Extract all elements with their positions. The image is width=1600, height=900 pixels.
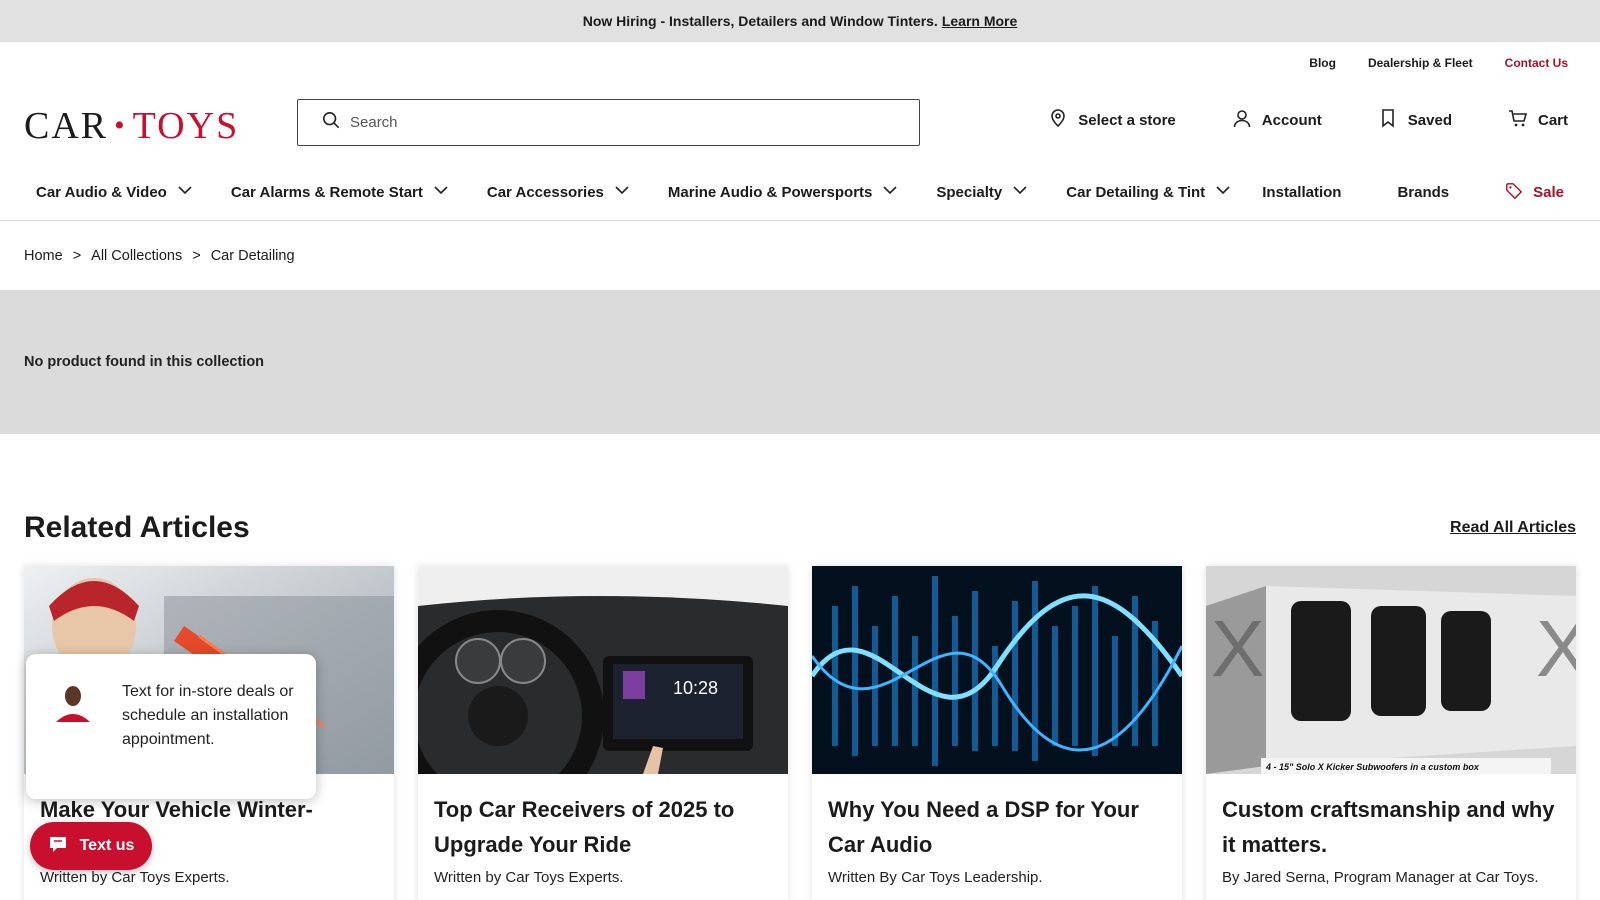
logo-car-text: CAR (24, 105, 109, 147)
text-us-popup[interactable]: Text for in-store deals or schedule an i… (26, 654, 316, 799)
related-articles-header: Related Articles Read All Articles (0, 434, 1600, 566)
header-actions: Select a store Account Saved Cart (992, 108, 1568, 132)
chevron-down-icon (1215, 182, 1231, 202)
nav-label: Car Accessories (486, 183, 604, 201)
article-byline: Written by Car Toys Experts. (40, 869, 230, 886)
nav-label: Specialty (936, 183, 1003, 201)
user-icon (1232, 108, 1252, 132)
text-us-message: Text for in-store deals or schedule an i… (122, 683, 294, 748)
nav-installation[interactable]: Installation (1262, 184, 1341, 201)
select-store-button[interactable]: Select a store (1048, 108, 1176, 132)
account-button[interactable]: Account (1232, 108, 1322, 132)
chat-bubble-icon (48, 834, 68, 859)
learn-more-link[interactable]: Learn More (942, 13, 1017, 29)
logo-dot: • (114, 109, 127, 142)
car-toys-logo[interactable]: CAR • TOYS (24, 104, 239, 148)
breadcrumb-all-collections[interactable]: All Collections (91, 248, 182, 264)
blog-link[interactable]: Blog (1309, 56, 1336, 70)
chevron-down-icon (433, 182, 449, 202)
chevron-down-icon (882, 182, 898, 202)
article-card[interactable]: X X 4 - 15" Solo X Kicker Subwoofers in … (1206, 566, 1576, 900)
article-title[interactable]: Custom craftsmanship and why it matters. (1222, 792, 1560, 862)
breadcrumb-current: Car Detailing (210, 247, 295, 264)
svg-text:X: X (1536, 604, 1576, 693)
related-articles-heading: Related Articles (24, 511, 250, 544)
dsp-waveform-image (812, 566, 1182, 774)
chevron-down-icon (614, 182, 630, 202)
saved-label: Saved (1407, 111, 1452, 129)
logo-toys-text: TOYS (132, 105, 240, 147)
search-input[interactable] (350, 114, 870, 131)
article-card[interactable]: 10:28 Top Car Receivers of 2025 to Upgra… (418, 566, 788, 900)
bookmark-icon (1378, 108, 1398, 132)
subwoofer-caption-text: 4 - 15" Solo X Kicker Subwoofers in a cu… (1265, 762, 1480, 772)
article-title[interactable]: Why You Need a DSP for Your Car Audio (828, 792, 1166, 862)
main-nav: Car Audio & Video Car Alarms & Remote St… (0, 164, 1600, 221)
svg-text:X: X (1211, 604, 1264, 693)
site-header: CAR • TOYS Select a store Account Saved (0, 84, 1600, 164)
article-byline: Written By Car Toys Leadership. (828, 869, 1043, 886)
announcement-bar: Now Hiring - Installers, Detailers and W… (0, 0, 1600, 42)
nav-right-links: Installation Brands Sale (1262, 164, 1564, 221)
account-label: Account (1261, 111, 1322, 129)
saved-button[interactable]: Saved (1378, 108, 1452, 132)
breadcrumb-home[interactable]: Home (24, 248, 63, 264)
nav-label: Car Detailing & Tint (1066, 183, 1206, 201)
cart-button[interactable]: Cart (1508, 108, 1568, 132)
sale-label: Sale (1533, 184, 1564, 201)
utility-nav: Blog Dealership & Fleet Contact Us (0, 42, 1600, 84)
receiver-clock-text: 10:28 (673, 678, 718, 698)
announcement-text: Now Hiring - Installers, Detailers and W… (582, 13, 938, 29)
nav-car-alarms-remote-start[interactable]: Car Alarms & Remote Start (231, 182, 449, 202)
cart-label: Cart (1537, 111, 1568, 129)
empty-collection-message: No product found in this collection (24, 354, 265, 370)
text-us-button[interactable]: Text us (30, 822, 152, 870)
car-receiver-image: 10:28 (418, 566, 788, 774)
text-us-label: Text us (79, 837, 135, 854)
select-store-label: Select a store (1078, 111, 1176, 129)
article-byline: By Jared Serna, Program Manager at Car T… (1222, 869, 1539, 886)
nav-label: Car Audio & Video (36, 183, 167, 201)
nav-car-audio-video[interactable]: Car Audio & Video (36, 182, 193, 202)
tag-icon (1505, 182, 1523, 204)
contact-us-link[interactable]: Contact Us (1505, 56, 1568, 70)
nav-label: Marine Audio & Powersports (667, 183, 873, 201)
article-card[interactable]: Why You Need a DSP for Your Car Audio Wr… (812, 566, 1182, 900)
breadcrumb: Home > All Collections > Car Detailing (0, 221, 1600, 290)
search-icon (322, 111, 340, 134)
breadcrumb-separator: > (72, 247, 82, 264)
search-box[interactable] (297, 99, 920, 146)
subwoofer-box-image: X X 4 - 15" Solo X Kicker Subwoofers in … (1206, 566, 1576, 774)
article-title[interactable]: Top Car Receivers of 2025 to Upgrade You… (434, 792, 772, 862)
dealership-fleet-link[interactable]: Dealership & Fleet (1368, 56, 1473, 70)
location-pin-icon (1048, 108, 1068, 132)
article-byline: Written by Car Toys Experts. (434, 869, 624, 886)
nav-car-accessories[interactable]: Car Accessories (487, 182, 630, 202)
nav-brands[interactable]: Brands (1397, 184, 1449, 201)
breadcrumb-separator: > (192, 247, 201, 264)
chevron-down-icon (177, 182, 193, 202)
nav-specialty[interactable]: Specialty (936, 182, 1028, 202)
nav-car-detailing-tint[interactable]: Car Detailing & Tint (1066, 182, 1231, 202)
empty-collection-banner: No product found in this collection (0, 290, 1600, 434)
nav-marine-audio-powersports[interactable]: Marine Audio & Powersports (668, 182, 898, 202)
agent-avatar (52, 680, 94, 722)
nav-label: Car Alarms & Remote Start (230, 183, 423, 201)
cart-icon (1508, 108, 1528, 132)
read-all-articles-link[interactable]: Read All Articles (1450, 519, 1576, 537)
chevron-down-icon (1012, 182, 1028, 202)
nav-sale[interactable]: Sale (1505, 182, 1564, 204)
